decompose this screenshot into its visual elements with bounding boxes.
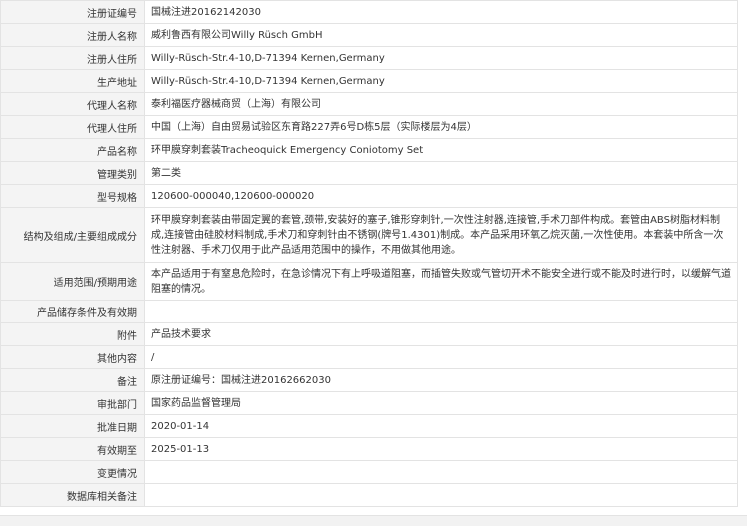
- row-management-category: 管理类别 第二类: [0, 161, 738, 185]
- row-structure-composition: 结构及组成/主要组成成分 环甲膜穿刺套装由带固定翼的套管,颈带,安装好的塞子,锥…: [0, 207, 738, 263]
- row-other-content: 其他内容 /: [0, 345, 738, 369]
- label-registration-number: 注册证编号: [0, 0, 145, 24]
- label-product-name: 产品名称: [0, 138, 145, 162]
- value-attachments: 产品技术要求: [144, 322, 738, 346]
- row-database-remarks: 数据库相关备注: [0, 483, 738, 507]
- value-structure-composition: 环甲膜穿刺套装由带固定翼的套管,颈带,安装好的塞子,锥形穿刺针,一次性注射器,连…: [144, 207, 738, 263]
- row-registration-number: 注册证编号 国械注进20162142030: [0, 0, 738, 24]
- label-production-address: 生产地址: [0, 69, 145, 93]
- value-production-address: Willy-Rüsch-Str.4-10,D-71394 Kernen,Germ…: [144, 69, 738, 93]
- row-agent-address: 代理人住所 中国（上海）自由贸易试验区东育路227弄6号D栋5层（实际楼层为4层…: [0, 115, 738, 139]
- row-storage-conditions: 产品储存条件及有效期: [0, 300, 738, 323]
- row-intended-use: 适用范围/预期用途 本产品适用于有窒息危险时，在急诊情况下有上呼吸道阻塞，而插管…: [0, 262, 738, 301]
- row-expiry-date: 有效期至 2025-01-13: [0, 437, 738, 461]
- label-management-category: 管理类别: [0, 161, 145, 185]
- value-product-name: 环甲膜穿刺套装Tracheoquick Emergency Coniotomy …: [144, 138, 738, 162]
- value-registrant-name: 威利鲁西有限公司Willy Rüsch GmbH: [144, 23, 738, 47]
- label-registrant-address: 注册人住所: [0, 46, 145, 70]
- registration-detail-table: 注册证编号 国械注进20162142030 注册人名称 威利鲁西有限公司Will…: [0, 0, 738, 507]
- label-intended-use: 适用范围/预期用途: [0, 262, 145, 301]
- value-approval-date: 2020-01-14: [144, 414, 738, 438]
- value-registrant-address: Willy-Rüsch-Str.4-10,D-71394 Kernen,Germ…: [144, 46, 738, 70]
- row-registrant-name: 注册人名称 威利鲁西有限公司Willy Rüsch GmbH: [0, 23, 738, 47]
- label-storage-conditions: 产品储存条件及有效期: [0, 300, 145, 323]
- label-agent-address: 代理人住所: [0, 115, 145, 139]
- row-production-address: 生产地址 Willy-Rüsch-Str.4-10,D-71394 Kernen…: [0, 69, 738, 93]
- page-bottom-strip: [0, 515, 747, 526]
- value-intended-use: 本产品适用于有窒息危险时，在急诊情况下有上呼吸道阻塞，而插管失败或气管切开术不能…: [144, 262, 738, 301]
- label-agent-name: 代理人名称: [0, 92, 145, 116]
- row-change-status: 变更情况: [0, 460, 738, 484]
- value-agent-address: 中国（上海）自由贸易试验区东育路227弄6号D栋5层（实际楼层为4层）: [144, 115, 738, 139]
- row-remarks: 备注 原注册证编号：国械注进20162662030: [0, 368, 738, 392]
- label-structure-composition: 结构及组成/主要组成成分: [0, 207, 145, 263]
- value-agent-name: 泰利福医疗器械商贸（上海）有限公司: [144, 92, 738, 116]
- value-other-content: /: [144, 345, 738, 369]
- row-agent-name: 代理人名称 泰利福医疗器械商贸（上海）有限公司: [0, 92, 738, 116]
- row-approval-department: 审批部门 国家药品监督管理局: [0, 391, 738, 415]
- value-database-remarks: [144, 483, 738, 507]
- row-registrant-address: 注册人住所 Willy-Rüsch-Str.4-10,D-71394 Kerne…: [0, 46, 738, 70]
- row-model-spec: 型号规格 120600-000040,120600-000020: [0, 184, 738, 208]
- value-remarks: 原注册证编号：国械注进20162662030: [144, 368, 738, 392]
- value-storage-conditions: [144, 300, 738, 323]
- value-registration-number: 国械注进20162142030: [144, 0, 738, 24]
- value-expiry-date: 2025-01-13: [144, 437, 738, 461]
- value-change-status: [144, 460, 738, 484]
- label-change-status: 变更情况: [0, 460, 145, 484]
- row-attachments: 附件 产品技术要求: [0, 322, 738, 346]
- label-remarks: 备注: [0, 368, 145, 392]
- value-model-spec: 120600-000040,120600-000020: [144, 184, 738, 208]
- label-other-content: 其他内容: [0, 345, 145, 369]
- label-registrant-name: 注册人名称: [0, 23, 145, 47]
- label-database-remarks: 数据库相关备注: [0, 483, 145, 507]
- row-product-name: 产品名称 环甲膜穿刺套装Tracheoquick Emergency Conio…: [0, 138, 738, 162]
- label-approval-date: 批准日期: [0, 414, 145, 438]
- value-approval-department: 国家药品监督管理局: [144, 391, 738, 415]
- row-approval-date: 批准日期 2020-01-14: [0, 414, 738, 438]
- label-attachments: 附件: [0, 322, 145, 346]
- value-management-category: 第二类: [144, 161, 738, 185]
- label-model-spec: 型号规格: [0, 184, 145, 208]
- registration-detail-body: 注册证编号 国械注进20162142030 注册人名称 威利鲁西有限公司Will…: [0, 0, 738, 507]
- label-approval-department: 审批部门: [0, 391, 145, 415]
- label-expiry-date: 有效期至: [0, 437, 145, 461]
